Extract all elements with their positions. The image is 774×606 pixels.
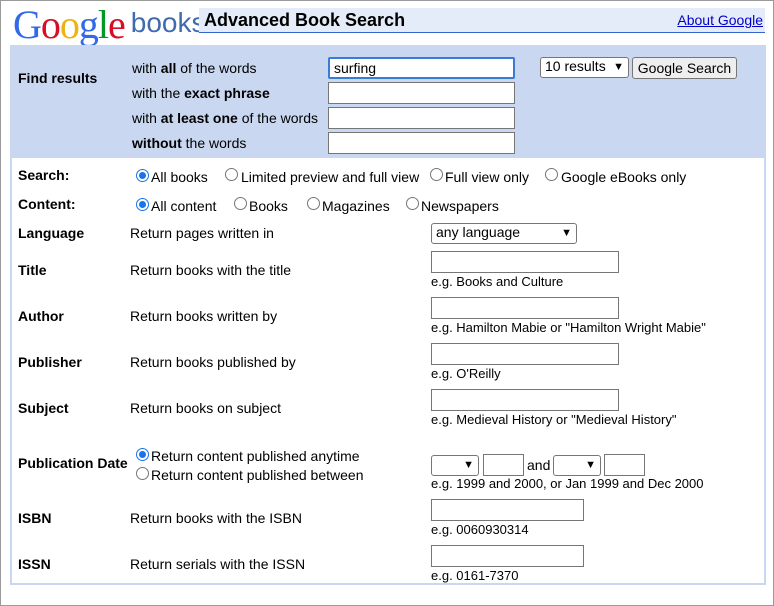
start-year-input[interactable] — [483, 454, 524, 476]
logo-letter: e — [108, 2, 126, 47]
issn-label: ISSN — [18, 556, 51, 572]
radio-magazines[interactable] — [307, 197, 320, 210]
logo-letter: o — [59, 2, 80, 47]
google-books-logo[interactable]: Google books — [13, 1, 206, 47]
google-search-button[interactable]: Google Search — [632, 57, 737, 79]
author-hint: e.g. Hamilton Mabie or "Hamilton Wright … — [431, 320, 706, 335]
title-bar: Advanced Book Search About Google — [199, 8, 765, 33]
author-label: Author — [18, 308, 64, 324]
radio-label-all-content: All content — [151, 198, 217, 214]
all-words-input[interactable] — [328, 57, 515, 79]
exact-phrase-label: with the exact phrase — [132, 85, 270, 101]
logo-letter: g — [78, 2, 99, 47]
isbn-label: ISBN — [18, 510, 52, 526]
radio-full-view[interactable] — [430, 168, 443, 181]
issn-input[interactable] — [431, 545, 584, 567]
without-words-input[interactable] — [328, 132, 515, 154]
radio-label-all-books: All books — [151, 169, 208, 185]
language-desc: Return pages written in — [130, 225, 274, 241]
isbn-desc: Return books with the ISBN — [130, 510, 302, 526]
start-month-select[interactable]: ▼ — [431, 455, 479, 476]
end-month-select[interactable]: ▼ — [553, 455, 601, 476]
title-hint: e.g. Books and Culture — [431, 274, 564, 289]
subject-hint: e.g. Medieval History or "Medieval Histo… — [431, 412, 677, 427]
radio-books[interactable] — [234, 197, 247, 210]
publisher-hint: e.g. O'Reilly — [431, 366, 501, 381]
logo-letter: o — [40, 2, 61, 47]
radio-all-books[interactable] — [136, 169, 149, 182]
radio-newspapers[interactable] — [406, 197, 419, 210]
title-desc: Return books with the title — [130, 262, 292, 278]
subject-input[interactable] — [431, 389, 619, 411]
radio-label-published-between: Return content published between — [151, 467, 364, 483]
title-label: Title — [18, 262, 47, 278]
exact-phrase-input[interactable] — [328, 82, 515, 104]
publication-date-label: Publication Date — [18, 455, 128, 471]
chevron-down-icon: ▼ — [561, 227, 572, 239]
logo-letter: l — [97, 2, 109, 47]
without-words-label: without the words — [132, 135, 247, 151]
publisher-input[interactable] — [431, 343, 619, 365]
isbn-hint: e.g. 0060930314 — [431, 522, 529, 537]
radio-published-between[interactable] — [136, 467, 149, 480]
publisher-label: Publisher — [18, 354, 82, 370]
language-label: Language — [18, 225, 85, 241]
radio-label-newspapers: Newspapers — [421, 198, 499, 214]
isbn-input[interactable] — [431, 499, 584, 521]
books-logo-text: books — [130, 7, 206, 38]
about-google-link[interactable]: About Google — [677, 12, 763, 28]
publication-date-hint: e.g. 1999 and 2000, or Jan 1999 and Dec … — [431, 476, 704, 491]
subject-label: Subject — [18, 400, 69, 416]
author-desc: Return books written by — [130, 308, 278, 324]
chevron-down-icon: ▼ — [613, 61, 624, 73]
issn-hint: e.g. 0161-7370 — [431, 568, 519, 583]
find-results-section: Find results with all of the words with … — [12, 47, 764, 158]
radio-label-magazines: Magazines — [322, 198, 390, 214]
radio-published-anytime[interactable] — [136, 448, 149, 461]
radio-label-books: Books — [249, 198, 288, 214]
publisher-desc: Return books published by — [130, 354, 296, 370]
search-filter-label: Search: — [18, 167, 70, 183]
author-input[interactable] — [431, 297, 619, 319]
and-label: and — [527, 457, 551, 473]
chevron-down-icon: ▼ — [463, 459, 474, 471]
content-filter-label: Content: — [18, 196, 76, 212]
radio-limited-preview[interactable] — [225, 168, 238, 181]
chevron-down-icon: ▼ — [585, 459, 596, 471]
at-least-one-input[interactable] — [328, 107, 515, 129]
issn-desc: Return serials with the ISSN — [130, 556, 306, 572]
page-title: Advanced Book Search — [204, 10, 406, 30]
find-results-heading: Find results — [18, 70, 98, 86]
title-input[interactable] — [431, 251, 619, 273]
radio-label-limited-preview: Limited preview and full view — [241, 169, 420, 185]
subject-desc: Return books on subject — [130, 400, 281, 416]
radio-label-full-view: Full view only — [445, 169, 530, 185]
radio-label-ebooks-only: Google eBooks only — [561, 169, 687, 185]
google-logo-text: Google — [13, 2, 126, 47]
radio-ebooks-only[interactable] — [545, 168, 558, 181]
results-count-select[interactable]: 10 results ▼ — [540, 57, 629, 78]
language-select[interactable]: any language ▼ — [431, 223, 577, 244]
at-least-one-label: with at least one of the words — [132, 110, 318, 126]
end-year-input[interactable] — [604, 454, 645, 476]
advanced-search-form: Find results with all of the words with … — [10, 45, 766, 585]
all-words-label: with all of the words — [132, 60, 257, 76]
logo-letter: G — [13, 2, 42, 47]
radio-label-published-anytime: Return content published anytime — [151, 448, 360, 464]
radio-all-content[interactable] — [136, 198, 149, 211]
